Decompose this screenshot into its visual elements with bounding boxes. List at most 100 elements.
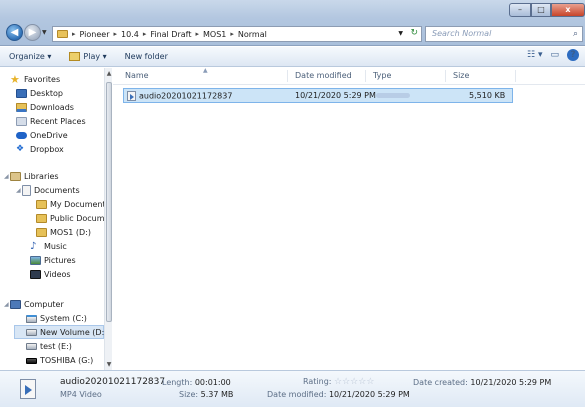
column-header-date[interactable]: Date modified — [295, 71, 352, 80]
file-date-cell: 10/21/2020 5:29 PM — [295, 91, 376, 100]
folder-icon — [57, 30, 68, 38]
sidebar-item-downloads[interactable]: Downloads — [16, 101, 74, 114]
details-pane: audio20201021172837 MP4 Video Length: 00… — [0, 370, 585, 407]
videos-icon — [30, 270, 41, 279]
sidebar-item-onedrive[interactable]: OneDrive — [16, 129, 68, 142]
scrollbar-thumb[interactable] — [106, 82, 112, 322]
search-input[interactable]: Search Normal — [425, 26, 583, 42]
sidebar-item-libraries[interactable]: Libraries — [10, 170, 59, 183]
created-value: 10/21/2020 5:29 PM — [470, 378, 552, 387]
forward-button[interactable]: ▶ — [24, 24, 41, 41]
sidebar-item-my-documents[interactable]: My Documents — [36, 198, 110, 211]
details-modified: Date modified: 10/21/2020 5:29 PM — [267, 390, 410, 399]
sidebar-item-new-volume-d[interactable]: New Volume (D:) — [14, 325, 108, 339]
file-size-cell: 5,510 KB — [469, 91, 506, 100]
created-label: Date created: — [413, 378, 468, 387]
breadcrumb-pioneer[interactable]: Pioneer — [80, 30, 110, 39]
sidebar-item-test-e[interactable]: test (E:) — [26, 340, 72, 353]
sidebar-item-label: Downloads — [30, 103, 74, 112]
maximize-button[interactable]: □ — [531, 3, 551, 17]
view-options-icon[interactable]: ☷ ▾ — [527, 50, 542, 60]
help-icon[interactable]: ? — [567, 49, 579, 61]
chevron-right-icon: ▸ — [113, 30, 117, 38]
size-label: Size: — [179, 390, 199, 399]
details-rating: Rating: ☆☆☆☆☆ — [303, 377, 374, 387]
sidebar-item-label: Documents — [34, 186, 80, 195]
folder-icon — [36, 228, 47, 237]
sidebar-item-favorites[interactable]: ★ Favorites — [10, 73, 60, 86]
column-header-name[interactable]: Name — [125, 71, 149, 80]
column-header-type[interactable]: Type — [373, 71, 391, 80]
scroll-down-icon[interactable]: ▼ — [105, 361, 113, 368]
downloads-icon — [16, 103, 27, 112]
sidebar-item-videos[interactable]: Videos — [30, 268, 71, 281]
sidebar-item-recent-places[interactable]: Recent Places — [16, 115, 86, 128]
breadcrumb-normal[interactable]: Normal — [238, 30, 267, 39]
refresh-icon[interactable]: ↻ — [410, 28, 418, 38]
drive-icon — [26, 343, 37, 350]
sidebar-item-mos1[interactable]: MOS1 (D:) — [36, 226, 91, 239]
modified-value: 10/21/2020 5:29 PM — [328, 390, 410, 399]
sidebar-item-documents[interactable]: Documents — [22, 184, 80, 197]
sidebar-item-dropbox[interactable]: ❖ Dropbox — [16, 143, 64, 156]
play-icon — [69, 52, 81, 61]
file-type-cell — [376, 91, 410, 100]
details-file-type: MP4 Video — [60, 390, 102, 399]
play-button[interactable]: Play ▾ — [60, 52, 115, 61]
window-controls: – □ x — [509, 3, 585, 17]
minimize-button[interactable]: – — [509, 3, 531, 17]
column-headers: Name ▲ Date modified Type Size — [113, 67, 585, 85]
column-header-size[interactable]: Size — [453, 71, 469, 80]
sidebar-item-label: New Volume (D:) — [40, 327, 108, 337]
sidebar-item-system-c[interactable]: System (C:) — [26, 312, 87, 325]
sidebar-item-label: Favorites — [24, 75, 61, 84]
collapse-icon[interactable]: ◢ — [16, 187, 21, 194]
title-bar: – □ x ◀ ▶ ▼ ▸ Pioneer ▸ 10.4 ▸ Final Dra… — [0, 0, 585, 46]
new-folder-button[interactable]: New folder — [116, 52, 177, 61]
play-label: Play ▾ — [83, 52, 107, 61]
breadcrumb-mos1[interactable]: MOS1 — [203, 30, 226, 39]
details-file-name: audio20201021172837 — [60, 377, 166, 387]
cloud-icon — [16, 132, 27, 139]
sidebar-item-label: Recent Places — [30, 117, 86, 126]
sidebar-item-pictures[interactable]: Pictures — [30, 254, 76, 267]
sidebar-item-label: Libraries — [24, 172, 59, 181]
sidebar-item-computer[interactable]: Computer — [10, 298, 64, 311]
collapse-icon[interactable]: ◢ — [4, 173, 9, 180]
command-bar: Organize ▾ Play ▾ New folder ☷ ▾ ▭ ? — [0, 47, 585, 67]
breadcrumb-10-4[interactable]: 10.4 — [121, 30, 139, 39]
recent-pages-dropdown[interactable]: ▼ — [42, 29, 48, 36]
back-button[interactable]: ◀ — [6, 24, 23, 41]
chevron-right-icon: ▸ — [195, 30, 199, 38]
rating-stars-icon[interactable]: ☆☆☆☆☆ — [334, 377, 374, 387]
preview-pane-icon[interactable]: ▭ — [550, 50, 559, 60]
chevron-down-icon[interactable]: ▼ — [398, 30, 403, 37]
sidebar-item-toshiba-g[interactable]: TOSHIBA (G:) — [26, 354, 93, 367]
dropbox-icon: ❖ — [16, 144, 25, 154]
video-file-icon — [127, 91, 136, 101]
sidebar-scrollbar[interactable]: ▲ ▼ — [104, 68, 112, 370]
scroll-up-icon[interactable]: ▲ — [105, 70, 113, 77]
sidebar-item-label: MOS1 (D:) — [50, 228, 92, 237]
details-length: Length: 00:01:00 — [162, 378, 231, 387]
sidebar-item-label: test (E:) — [40, 342, 72, 351]
sidebar-item-public-documents[interactable]: Public Docume — [36, 212, 109, 225]
table-row[interactable]: audio20201021172837 10/21/2020 5:29 PM 5… — [123, 88, 513, 103]
sidebar-item-label: OneDrive — [30, 131, 68, 140]
file-list: Name ▲ Date modified Type Size audio2020… — [113, 67, 585, 370]
details-size: Size: 5.37 MB — [179, 390, 233, 399]
drive-icon — [26, 357, 37, 364]
address-bar[interactable]: ▸ Pioneer ▸ 10.4 ▸ Final Draft ▸ MOS1 ▸ … — [52, 26, 422, 42]
collapse-icon[interactable]: ◢ — [4, 301, 9, 308]
music-icon: ♪ — [30, 240, 37, 252]
length-value: 00:01:00 — [194, 378, 231, 387]
close-button[interactable]: x — [551, 3, 585, 17]
sidebar-item-desktop[interactable]: Desktop — [16, 87, 63, 100]
sidebar-item-music[interactable]: ♪ Music — [30, 240, 67, 253]
sidebar-item-label: Pictures — [44, 256, 76, 265]
sidebar-item-label: Music — [44, 242, 67, 251]
desktop-icon — [16, 89, 27, 98]
search-icon[interactable]: ⌕ — [573, 29, 581, 39]
organize-button[interactable]: Organize ▾ — [0, 52, 60, 61]
breadcrumb-final-draft[interactable]: Final Draft — [150, 30, 191, 39]
